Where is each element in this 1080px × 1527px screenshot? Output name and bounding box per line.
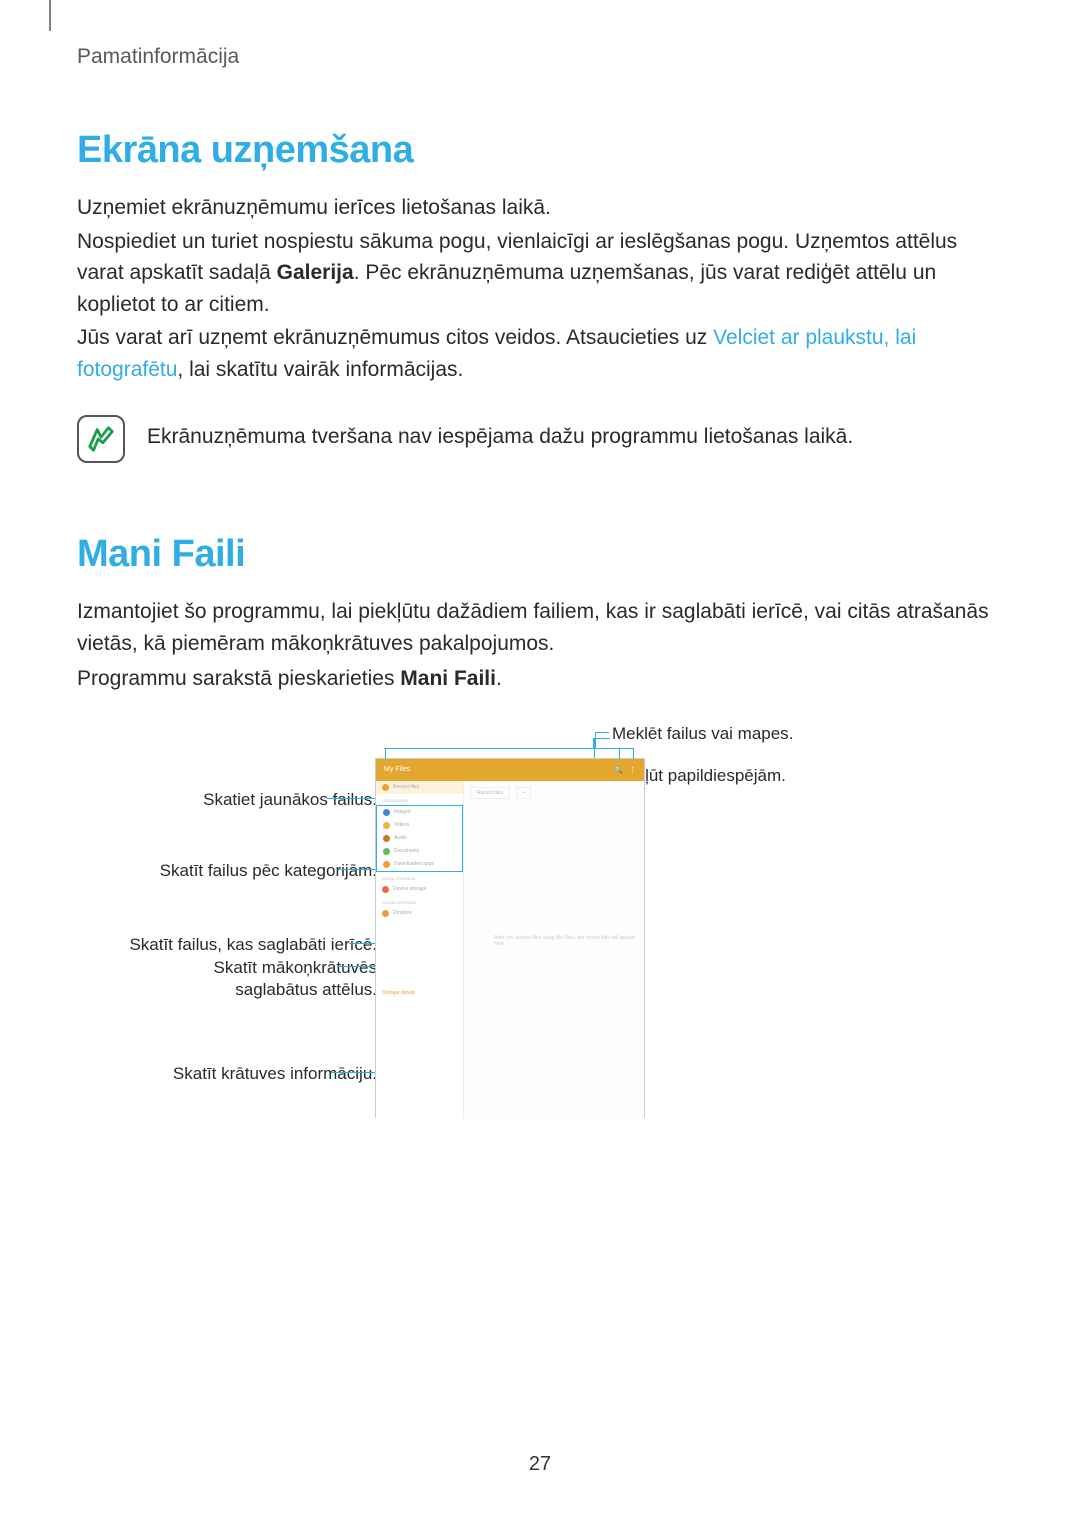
cloud-label: Dropbox (393, 910, 412, 916)
device-screenshot: My Files 🔍 ⋮ Recent files Categories (375, 758, 645, 1118)
search-icon[interactable]: 🔍 (614, 766, 623, 774)
s2-p2: Programmu sarakstā pieskarieties Mani Fa… (77, 663, 997, 695)
clock-icon (382, 784, 389, 791)
sidebar-recent-label: Recent files (393, 784, 419, 790)
sidebar-categories-box: Images Videos Audio Documents Downloaded… (376, 805, 463, 872)
tab-add[interactable]: + (516, 787, 531, 799)
callout-cloud: Skatīt mākoņkrātuvēs saglabātus attēlus. (177, 957, 377, 1001)
images-icon (383, 809, 390, 816)
callout-search: Meklēt failus vai mapes. (612, 723, 793, 746)
callout-line (594, 748, 608, 749)
page-content: Pamatinformācija Ekrāna uzņemšana Uzņemi… (77, 45, 997, 1149)
s1-p2: Nospiediet un turiet nospiestu sākuma po… (77, 226, 997, 321)
callout-line (331, 1072, 381, 1073)
callout-line (385, 749, 386, 759)
heading-screen-capture: Ekrāna uzņemšana (77, 129, 997, 172)
sidebar-head-cloud: Cloud storage (376, 896, 463, 907)
s2-p2b: Mani Faili (400, 667, 496, 690)
main-pane: Recent files + After you access files us… (464, 781, 644, 1119)
callout-storage: Skatīt krātuves informāciju. (173, 1063, 377, 1086)
running-header: Pamatinformācija (77, 45, 997, 69)
local-label: Device storage (393, 886, 426, 892)
callout-line (593, 738, 594, 748)
s1-p2b: Galerija (277, 261, 354, 284)
sidebar-cat-docs[interactable]: Documents (377, 845, 462, 858)
s1-p3b: , lai skatītu vairāk informācijas. (177, 358, 463, 381)
callout-recent: Skatiet jaunākos failus. (203, 789, 377, 812)
menu-icon[interactable]: ⋮ (629, 766, 636, 774)
callout-line (595, 732, 596, 748)
callout-line (597, 732, 609, 733)
downloads-icon (383, 861, 390, 868)
note-row: Ekrānuzņēmuma tveršana nav iespējama daž… (77, 415, 997, 463)
page-number: 27 (529, 1453, 551, 1476)
s2-p1: Izmantojiet šo programmu, lai piekļūtu d… (77, 596, 997, 659)
sidebar-head-categories: Categories (376, 794, 463, 805)
s2-p2c: . (496, 667, 502, 690)
videos-icon (383, 822, 390, 829)
callout-local: Skatīt failus, kas saglabāti ierīcē. (129, 934, 377, 957)
app-body: Recent files Categories Images Videos Au… (376, 781, 644, 1119)
sidebar-head-local: Local storage (376, 872, 463, 883)
device-storage-icon (382, 886, 389, 893)
callout-categories: Skatīt failus pēc kategorijām. (160, 860, 377, 883)
callout-line (633, 749, 634, 759)
sidebar-device-storage[interactable]: Device storage (376, 883, 463, 896)
page-left-rule (49, 0, 51, 31)
sidebar-cat-images[interactable]: Images (377, 806, 462, 819)
note-text: Ekrānuzņēmuma tveršana nav iespējama daž… (147, 421, 853, 453)
cat-label: Videos (394, 822, 409, 828)
cat-label: Images (394, 809, 410, 815)
s1-p3: Jūs varat arī uzņemt ekrānuzņēmumus cito… (77, 322, 997, 385)
cat-label: Documents (394, 848, 419, 854)
dropbox-icon (382, 910, 389, 917)
sidebar-cat-downloads[interactable]: Downloaded apps (377, 858, 462, 871)
docs-icon (383, 848, 390, 855)
tab-recent-files[interactable]: Recent files (470, 787, 510, 799)
s1-p3a: Jūs varat arī uzņemt ekrānuzņēmumus cito… (77, 326, 713, 349)
section-my-files: Mani Faili Izmantojiet šo programmu, lai… (77, 533, 997, 1149)
sidebar-cat-videos[interactable]: Videos (377, 819, 462, 832)
annotated-diagram: Meklēt failus vai mapes. Piekļūt papildi… (77, 729, 997, 1149)
main-tabs: Recent files + (470, 787, 638, 805)
empty-state-text: After you access files using My Files, t… (494, 935, 638, 947)
sidebar-dropbox[interactable]: Dropbox (376, 907, 463, 920)
heading-my-files: Mani Faili (77, 533, 997, 576)
app-title: My Files (384, 766, 410, 773)
note-icon (77, 415, 125, 463)
callout-line (619, 749, 620, 759)
sidebar-storage-details[interactable]: Storage details (376, 990, 463, 996)
app-header: My Files 🔍 ⋮ (376, 759, 644, 781)
sidebar-cat-audio[interactable]: Audio (377, 832, 462, 845)
callout-cloud-text: Skatīt mākoņkrātuvēs saglabātus attēlus. (214, 958, 377, 999)
s1-p1: Uzņemiet ekrānuzņēmumu ierīces lietošana… (77, 192, 997, 224)
cat-label: Downloaded apps (394, 861, 434, 867)
audio-icon (383, 835, 390, 842)
sidebar-recent[interactable]: Recent files (376, 781, 463, 794)
s2-p2a: Programmu sarakstā pieskarieties (77, 667, 400, 690)
sidebar: Recent files Categories Images Videos Au… (376, 781, 464, 1119)
cat-label: Audio (394, 835, 407, 841)
